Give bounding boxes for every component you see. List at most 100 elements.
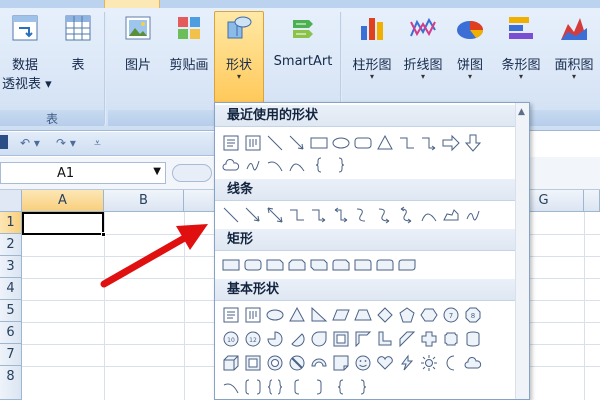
smiley-face-icon[interactable] [353,353,373,373]
line-shape-icon[interactable] [265,133,285,153]
triangle-shape-icon[interactable] [375,133,395,153]
bar-chart-button[interactable]: 条形图 ▾ [494,12,548,104]
column-header-a[interactable]: A [22,190,104,212]
diagonal-stripe-icon[interactable] [397,329,417,349]
left-brace-shape-icon[interactable] [309,155,329,175]
moon-icon[interactable] [441,353,461,373]
decagon-icon[interactable]: 10 [221,329,241,349]
redo-icon[interactable]: ↷ ▾ [56,136,76,150]
elbow-connector-shape-icon[interactable] [397,133,417,153]
rectangle-shape-icon[interactable] [309,133,329,153]
rounded-rectangle-icon[interactable] [243,255,263,275]
donut-icon[interactable] [265,353,285,373]
no-symbol-icon[interactable] [287,353,307,373]
arrow-line-shape-icon[interactable] [287,133,307,153]
right-brace-shape-icon[interactable] [331,155,351,175]
dropdown-scrollbar[interactable]: ▲ [515,103,529,399]
picture-button[interactable]: 图片 [112,12,164,104]
curved-arrow-connector-icon[interactable] [375,205,395,225]
table-button[interactable]: 表 [56,12,100,104]
rounded-rectangle-shape-icon[interactable] [353,133,373,153]
dodecagon-icon[interactable]: 12 [243,329,263,349]
right-triangle-icon[interactable] [309,305,329,325]
straight-line-icon[interactable] [221,205,241,225]
curve-shape-icon[interactable] [287,155,307,175]
hexagon-icon[interactable] [419,305,439,325]
elbow-double-arrow-connector-icon[interactable] [331,205,351,225]
snip-round-rectangle-icon[interactable] [331,255,351,275]
half-frame-icon[interactable] [353,329,373,349]
row-header-2[interactable]: 2 [0,234,22,256]
right-brace-icon[interactable] [353,377,373,397]
left-brace-icon[interactable] [331,377,351,397]
curved-connector-icon[interactable] [353,205,373,225]
double-brace-icon[interactable] [265,377,285,397]
row-header-3[interactable]: 3 [0,256,22,278]
curved-double-arrow-connector-icon[interactable] [397,205,417,225]
row-header-5[interactable]: 5 [0,300,22,322]
row-header-8[interactable]: 8 [0,366,22,400]
row-header-4[interactable]: 4 [0,278,22,300]
select-all-corner[interactable] [0,190,22,212]
pivot-table-button[interactable]: 数据 透视表 ▾ [2,12,52,104]
area-chart-button[interactable]: 面积图 ▾ [548,12,600,104]
teardrop-icon[interactable] [309,329,329,349]
arrow-line-icon[interactable] [243,205,263,225]
round-diagonal-rectangle-icon[interactable] [397,255,417,275]
oval-shape-icon[interactable] [331,133,351,153]
trapezoid-icon[interactable] [353,305,373,325]
snip-single-corner-rectangle-icon[interactable] [265,255,285,275]
round-same-side-rectangle-icon[interactable] [375,255,395,275]
round-single-corner-rectangle-icon[interactable] [353,255,373,275]
heart-icon[interactable] [375,353,395,373]
row-header-1[interactable]: 1 [0,212,22,234]
octagon-icon[interactable]: 8 [463,305,483,325]
heptagon-icon[interactable]: 7 [441,305,461,325]
can-icon[interactable] [463,329,483,349]
frame-icon[interactable] [331,329,351,349]
basic-textbox-icon[interactable] [221,305,241,325]
plaque-icon[interactable] [441,329,461,349]
parallelogram-icon[interactable] [331,305,351,325]
pentagon-icon[interactable] [397,305,417,325]
double-bracket-icon[interactable] [243,377,263,397]
lightning-bolt-icon[interactable] [397,353,417,373]
oval-icon[interactable] [265,305,285,325]
row-header-7[interactable]: 7 [0,344,22,366]
name-box[interactable]: A1 ▼ [0,162,166,184]
block-arc-icon[interactable] [309,353,329,373]
name-box-dropdown-icon[interactable]: ▼ [153,166,161,177]
snip-diagonal-rectangle-icon[interactable] [309,255,329,275]
save-icon[interactable] [0,135,8,149]
curve-line-icon[interactable] [419,205,439,225]
cross-icon[interactable] [419,329,439,349]
scribble-line-icon[interactable] [463,205,483,225]
tab-insert[interactable] [104,0,160,8]
row-header-6[interactable]: 6 [0,322,22,344]
freeform-shape-icon[interactable] [243,155,263,175]
left-bracket-icon[interactable] [287,377,307,397]
cloud-shape-icon[interactable] [221,155,241,175]
formula-bar-splitter[interactable] [172,164,212,182]
cloud-icon[interactable] [463,353,483,373]
undo-icon[interactable]: ↶ ▾ [20,136,40,150]
freeform-line-icon[interactable] [441,205,461,225]
active-cell-a1[interactable] [22,212,106,237]
sun-icon[interactable] [419,353,439,373]
pie-chart-button[interactable]: 饼图 ▾ [448,12,492,104]
pie-shape-icon[interactable] [265,329,285,349]
line-chart-button[interactable]: 折线图 ▾ [398,12,448,104]
elbow-connector-icon[interactable] [287,205,307,225]
diamond-icon[interactable] [375,305,395,325]
customize-qat-icon[interactable]: ⩡ [94,136,101,151]
arc-icon[interactable] [221,377,241,397]
shapes-button[interactable]: 形状 ▾ [214,11,264,103]
textbox-shape-icon[interactable] [221,133,241,153]
cube-icon[interactable] [221,353,241,373]
snip-same-side-rectangle-icon[interactable] [287,255,307,275]
scroll-up-icon[interactable]: ▲ [518,107,525,117]
down-arrow-shape-icon[interactable] [463,133,483,153]
rectangle-icon[interactable] [221,255,241,275]
bevel-icon[interactable] [243,353,263,373]
double-arrow-line-icon[interactable] [265,205,285,225]
